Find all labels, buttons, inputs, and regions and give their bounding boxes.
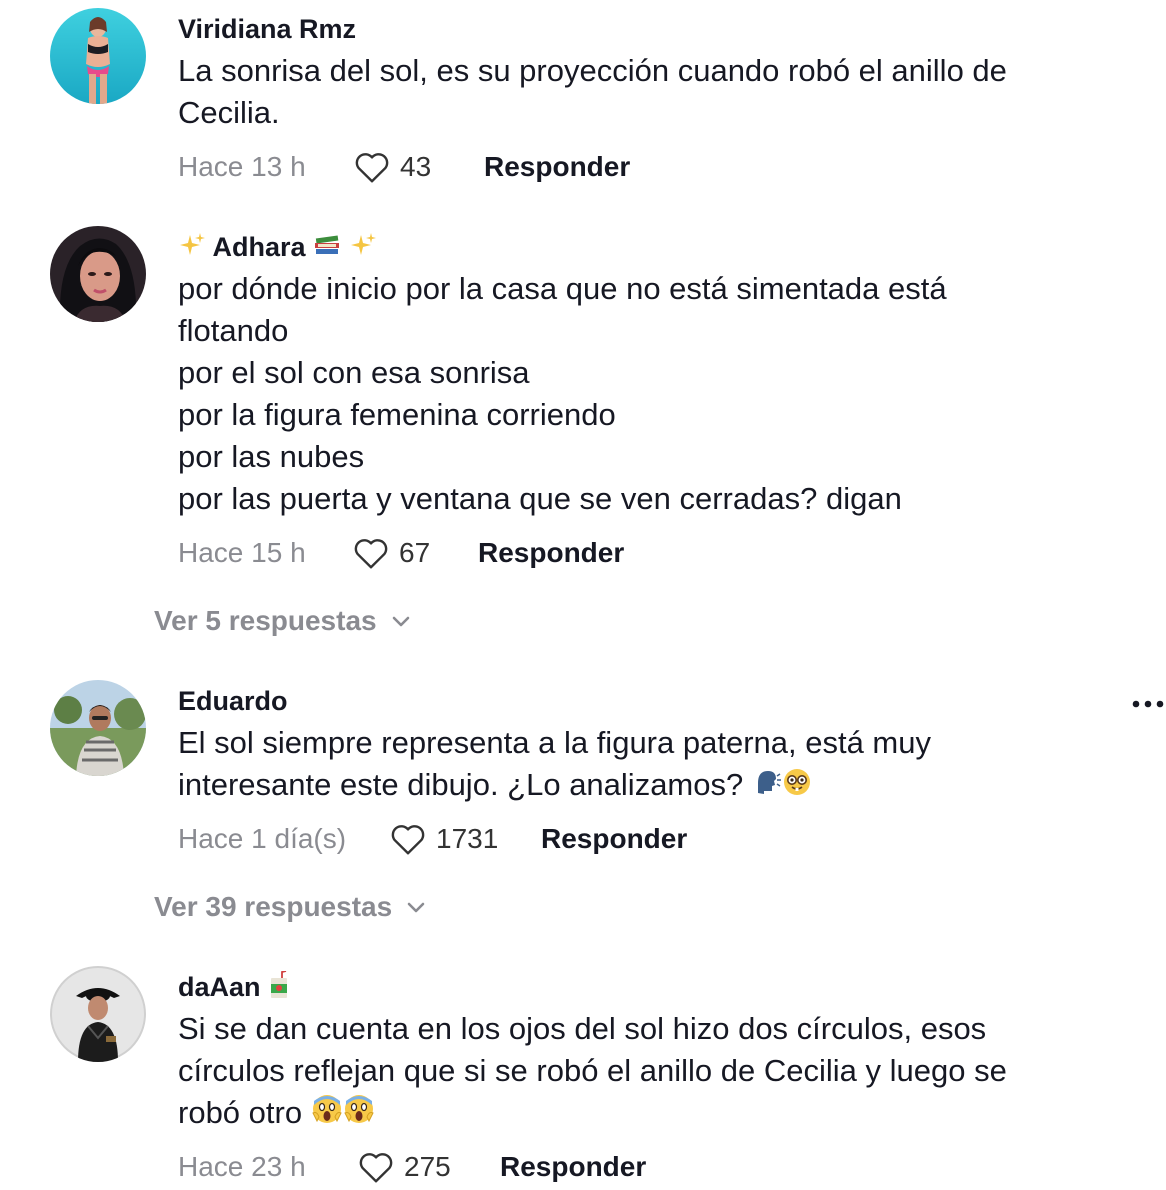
- comment-text-line: por las nubes: [178, 439, 365, 474]
- comment-text: La sonrisa del sol, es su proyección cua…: [178, 50, 1078, 134]
- comment-text-line: La sonrisa del sol, es su proyección cua…: [178, 53, 1007, 88]
- username[interactable]: Eduardo: [178, 685, 288, 717]
- reply-button[interactable]: Responder: [541, 819, 687, 859]
- avatar[interactable]: [50, 226, 146, 322]
- heart-outline-icon: [391, 825, 425, 855]
- nerd-face-icon: [782, 766, 812, 808]
- view-replies-label: Ver 39 respuestas: [154, 891, 393, 922]
- timestamp: Hace 15 h: [178, 537, 306, 568]
- like-button[interactable]: 43: [354, 147, 431, 187]
- like-button[interactable]: 275: [358, 1147, 451, 1187]
- avatar[interactable]: [50, 8, 146, 104]
- speaking-head-icon: [752, 766, 782, 808]
- heart-outline-icon: [355, 153, 389, 183]
- comment-text-line: círculos reflejan que si se robó el anil…: [178, 1053, 1007, 1088]
- comment-text-line: robó otro: [178, 1092, 1078, 1136]
- like-count: 275: [404, 1151, 451, 1182]
- comment-text-line: Si se dan cuenta en los ojos del sol hiz…: [178, 1011, 987, 1046]
- screaming-face-icon: [343, 1093, 375, 1136]
- sparkles-icon: [349, 231, 377, 266]
- comment-text-content: robó otro: [178, 1095, 303, 1130]
- comment-text-content: interesante este dibujo. ¿Lo analizamos?: [178, 767, 744, 802]
- more-options-icon: [1132, 700, 1164, 708]
- username[interactable]: Viridiana Rmz: [178, 13, 356, 45]
- comment-text-line: Cecilia.: [178, 95, 280, 130]
- like-count: 43: [400, 151, 432, 182]
- avatar-image: [50, 8, 146, 104]
- heart-outline-icon: [359, 1153, 393, 1183]
- username[interactable]: daAan: [178, 970, 290, 1006]
- username-text: Adhara: [212, 232, 306, 262]
- chevron-down-icon: [407, 902, 425, 913]
- reply-button[interactable]: Responder: [484, 147, 630, 187]
- comment-text-line: El sol siempre representa a la figura pa…: [178, 725, 931, 760]
- comment-text-line: por el sol con esa sonrisa: [178, 355, 530, 390]
- comment-text-line: por dónde inicio por la casa que no está…: [178, 271, 947, 306]
- comment-text: El sol siempre representa a la figura pa…: [178, 722, 1078, 808]
- view-replies-label: Ver 5 respuestas: [154, 605, 377, 636]
- avatar-image: [50, 226, 146, 322]
- comment-text: Si se dan cuenta en los ojos del sol hiz…: [178, 1008, 1078, 1136]
- comment-text-line: flotando: [178, 313, 289, 348]
- chevron-down-icon: [392, 616, 409, 627]
- like-count: 1731: [436, 823, 499, 854]
- comment-text-line: interesante este dibujo. ¿Lo analizamos?: [178, 764, 1078, 808]
- more-options-button[interactable]: [1130, 690, 1166, 718]
- avatar-image: [50, 680, 146, 776]
- timestamp: Hace 23 h: [178, 1151, 306, 1182]
- screaming-face-icon: [311, 1093, 343, 1136]
- like-count: 67: [399, 537, 431, 568]
- reply-button[interactable]: Responder: [478, 533, 624, 573]
- avatar[interactable]: [50, 966, 146, 1062]
- timestamp: Hace 1 día(s): [178, 823, 347, 854]
- avatar[interactable]: [50, 680, 146, 776]
- juice-box-icon: [268, 970, 290, 1006]
- comment-text-line: por la figura femenina corriendo: [178, 397, 616, 432]
- username-text: daAan: [178, 972, 261, 1002]
- heart-outline-icon: [354, 539, 388, 569]
- reply-button[interactable]: Responder: [500, 1147, 646, 1187]
- like-button[interactable]: 67: [353, 533, 430, 573]
- comment-text-line: por las puerta y ventana que se ven cerr…: [178, 481, 902, 516]
- sparkles-icon: [178, 231, 206, 266]
- comment-text: por dónde inicio por la casa que no está…: [178, 268, 1078, 520]
- like-button[interactable]: 1731: [390, 819, 498, 859]
- books-icon: [313, 231, 341, 266]
- view-replies-button[interactable]: Ver 5 respuestas: [154, 601, 411, 641]
- timestamp: Hace 13 h: [178, 151, 306, 182]
- username[interactable]: Adhara: [178, 231, 377, 266]
- view-replies-button[interactable]: Ver 39 respuestas: [154, 887, 426, 927]
- avatar-image: [50, 966, 146, 1062]
